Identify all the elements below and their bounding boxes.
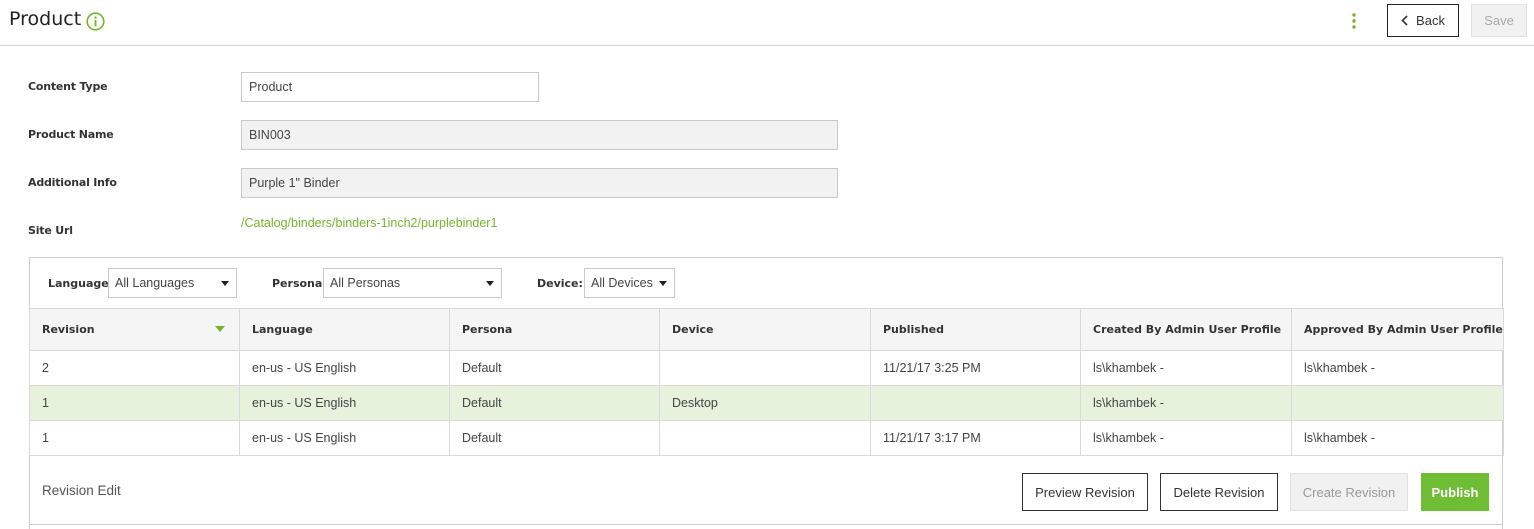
cell-device [659,420,871,456]
caret-down-icon [659,281,667,286]
site-url-link[interactable]: /Catalog/binders/binders-1inch2/purplebi… [241,216,497,230]
column-header-language[interactable]: Language [239,308,450,351]
product-name-label: Product Name [28,128,114,141]
back-button[interactable]: Back [1387,4,1459,37]
column-header-revision[interactable]: Revision [29,308,240,351]
device-filter-label: Device: [537,277,583,290]
cell-published: 11/21/17 3:25 PM [870,350,1081,386]
column-header-published[interactable]: Published [870,308,1081,351]
info-circle-icon[interactable] [86,12,105,31]
cell-language: en-us - US English [239,420,450,456]
column-header-created-by[interactable]: Created By Admin User Profile [1080,308,1292,351]
cell-persona: Default [449,385,660,421]
cell-approved-by [1291,385,1504,421]
sort-descending-icon[interactable] [215,326,225,332]
table-header-row: Revision Language Persona Device Publish… [29,308,1504,351]
language-select-value: All Languages [115,276,195,290]
language-filter-label: Language [48,277,109,290]
persona-filter-label: Persona [272,277,323,290]
persona-select[interactable]: All Personas [323,268,502,298]
divider [30,524,1502,525]
site-url-label: Site Url [28,224,73,237]
language-select[interactable]: All Languages [108,268,237,298]
table-row-selected[interactable]: 1 en-us - US English Default Desktop ls\… [29,385,1504,421]
back-button-label: Back [1416,13,1445,28]
content-type-label: Content Type [28,80,108,93]
cell-language: en-us - US English [239,385,450,421]
content-type-field[interactable]: Product [241,72,539,102]
column-header-approved-by[interactable]: Approved By Admin User Profile [1291,308,1504,351]
caret-down-icon [221,281,229,286]
cell-approved-by: ls\khambek - [1291,420,1504,456]
cell-language: en-us - US English [239,350,450,386]
table-row[interactable]: 1 en-us - US English Default 11/21/17 3:… [29,420,1504,456]
chevron-left-icon [1401,15,1408,26]
column-header-device[interactable]: Device [659,308,871,351]
product-name-field[interactable]: BIN003 [241,120,838,150]
cell-revision: 1 [29,385,240,421]
cell-revision: 2 [29,350,240,386]
publish-button[interactable]: Publish [1421,473,1489,511]
revision-edit-title: Revision Edit [42,483,121,498]
revisions-table: Revision Language Persona Device Publish… [29,308,1504,456]
cell-created-by: ls\khambek - [1080,420,1292,456]
cell-created-by: ls\khambek - [1080,350,1292,386]
persona-select-value: All Personas [330,276,401,290]
cell-revision: 1 [29,420,240,456]
save-button[interactable]: Save [1471,4,1527,37]
filter-bar: Language All Languages Persona All Perso… [30,258,1502,309]
cell-persona: Default [449,420,660,456]
table-row[interactable]: 2 en-us - US English Default 11/21/17 3:… [29,350,1504,386]
kebab-menu-icon[interactable] [1345,12,1363,32]
cell-approved-by: ls\khambek - [1291,350,1504,386]
caret-down-icon [486,281,494,286]
delete-revision-button[interactable]: Delete Revision [1160,473,1278,511]
cell-device [659,350,871,386]
page-title: Product [9,8,82,30]
additional-info-label: Additional Info [28,176,117,189]
revisions-panel: Language All Languages Persona All Perso… [29,257,1504,529]
page-header: Product Back Save [0,0,1534,46]
column-header-persona[interactable]: Persona [449,308,660,351]
preview-revision-button[interactable]: Preview Revision [1022,473,1148,511]
create-revision-button[interactable]: Create Revision [1290,473,1408,511]
device-select[interactable]: All Devices [584,268,675,298]
device-select-value: All Devices [591,276,653,290]
additional-info-field[interactable]: Purple 1" Binder [241,168,838,198]
cell-created-by: ls\khambek - [1080,385,1292,421]
cell-published [870,385,1081,421]
cell-persona: Default [449,350,660,386]
cell-device: Desktop [659,385,871,421]
cell-published: 11/21/17 3:17 PM [870,420,1081,456]
